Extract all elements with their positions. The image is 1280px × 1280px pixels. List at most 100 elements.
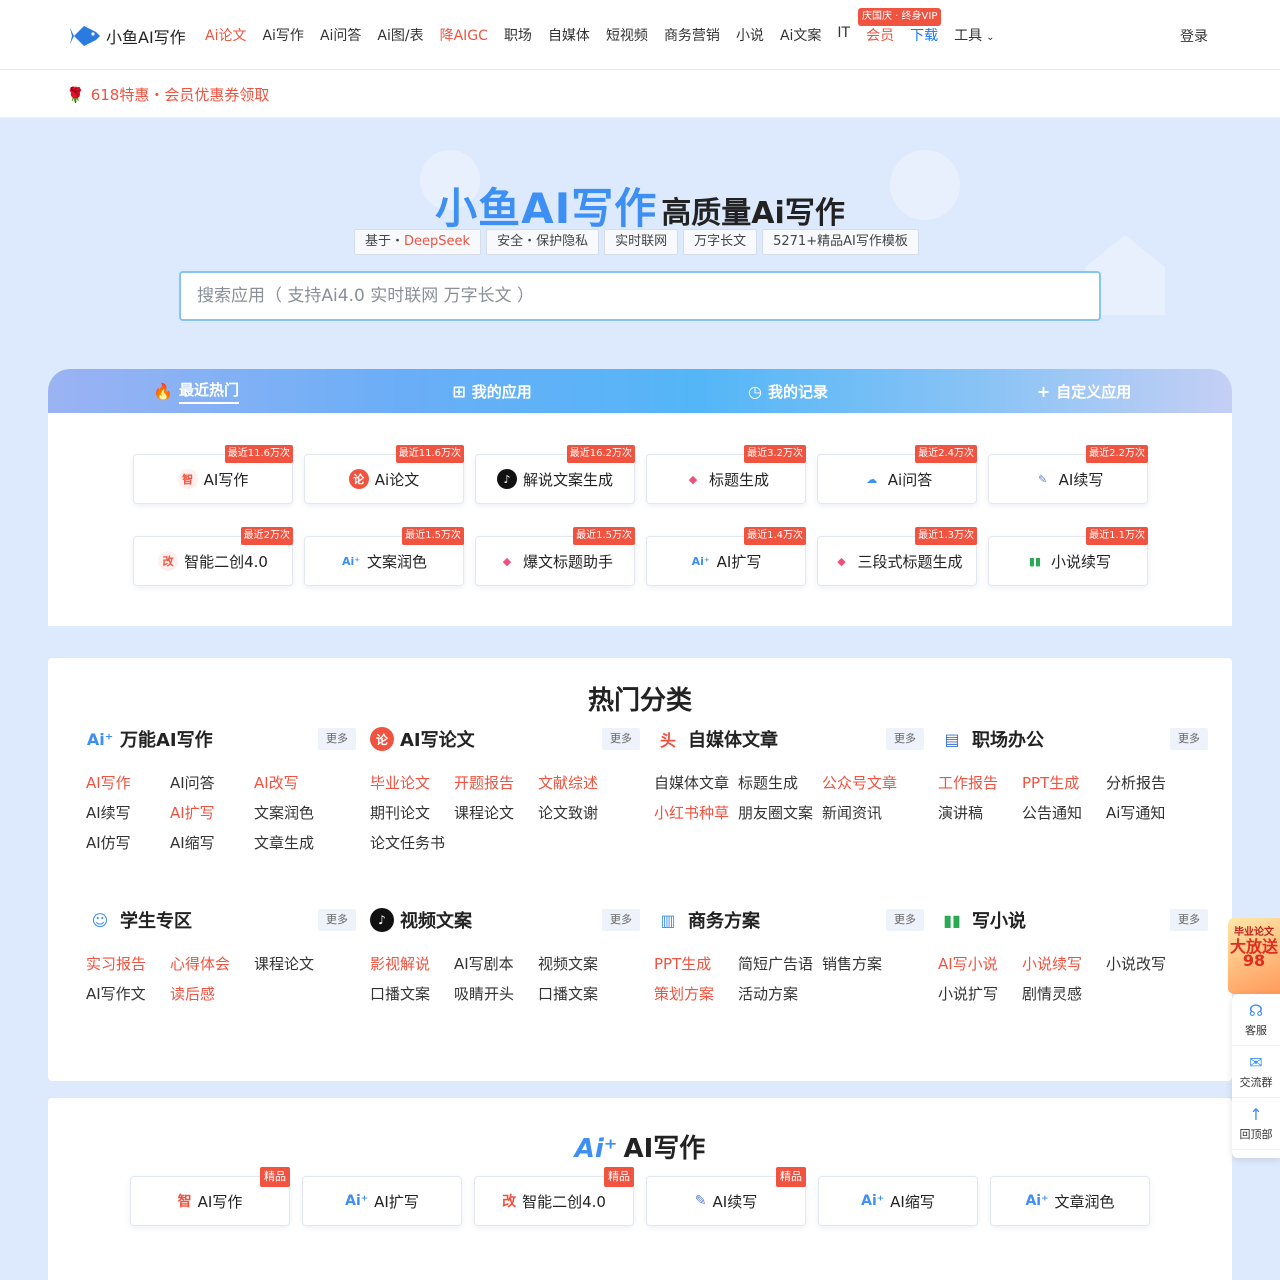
- float-item-arrow-up[interactable]: ↑ 回顶部: [1232, 1098, 1280, 1150]
- category-link[interactable]: AI改写: [254, 772, 338, 793]
- category-link[interactable]: 小红书种草: [654, 802, 738, 823]
- category-link[interactable]: 简短广告语: [738, 953, 822, 974]
- login-link[interactable]: 登录: [1180, 26, 1208, 46]
- more-button[interactable]: 更多: [602, 728, 640, 750]
- nav-item-1[interactable]: Ai写作: [262, 25, 303, 45]
- category-link[interactable]: 新闻资讯: [822, 802, 906, 823]
- tab-2[interactable]: ◷ 我的记录: [640, 369, 936, 413]
- category-link[interactable]: 文献综述: [538, 772, 622, 793]
- nav-item-0[interactable]: Ai论文: [205, 25, 246, 45]
- category-link[interactable]: 吸睛开头: [454, 983, 538, 1004]
- more-button[interactable]: 更多: [1170, 728, 1208, 750]
- more-button[interactable]: 更多: [886, 909, 924, 931]
- category-link[interactable]: 工作报告: [938, 772, 1022, 793]
- tab-1[interactable]: ⊞ 我的应用: [344, 369, 640, 413]
- nav-item-4[interactable]: 降AIGC: [440, 25, 488, 45]
- more-button[interactable]: 更多: [318, 909, 356, 931]
- hot-app-card[interactable]: ◆ 三段式标题生成 最近1.3万次: [817, 527, 977, 586]
- category-link[interactable]: 小说续写: [1022, 953, 1106, 974]
- category-link[interactable]: PPT生成: [654, 953, 738, 974]
- ai-writing-card[interactable]: Ai⁺ AI缩写: [818, 1176, 978, 1226]
- category-link[interactable]: AI写剧本: [454, 953, 538, 974]
- category-link[interactable]: 课程论文: [254, 953, 338, 974]
- category-link[interactable]: 毕业论文: [370, 772, 454, 793]
- category-link[interactable]: 公众号文章: [822, 772, 906, 793]
- nav-item-12[interactable]: 会员: [866, 25, 894, 45]
- promo-link[interactable]: 🌹 618特惠・会员优惠券领取: [66, 84, 269, 105]
- category-link[interactable]: 课程论文: [454, 802, 538, 823]
- float-item-headset[interactable]: ☊ 客服: [1232, 994, 1280, 1046]
- category-link[interactable]: 分析报告: [1106, 772, 1190, 793]
- hot-app-card[interactable]: Ai⁺ AI扩写 最近1.4万次: [646, 527, 806, 586]
- category-link[interactable]: AI写小说: [938, 953, 1022, 974]
- nav-item-2[interactable]: Ai问答: [320, 25, 361, 45]
- hot-app-card[interactable]: ◆ 标题生成 最近3.2万次: [646, 445, 806, 504]
- category-link[interactable]: 影视解说: [370, 953, 454, 974]
- more-button[interactable]: 更多: [318, 728, 356, 750]
- ai-writing-card[interactable]: 智 AI写作 精品: [130, 1167, 290, 1226]
- hot-app-card[interactable]: ▮▮ 小说续写 最近1.1万次: [988, 527, 1148, 586]
- category-link[interactable]: 实习报告: [86, 953, 170, 974]
- more-button[interactable]: 更多: [602, 909, 640, 931]
- hot-app-card[interactable]: 论 Ai论文 最近11.6万次: [304, 445, 464, 504]
- category-link[interactable]: 朋友圈文案: [738, 802, 822, 823]
- category-link[interactable]: AI写作文: [86, 983, 170, 1004]
- hot-app-card[interactable]: ♪ 解说文案生成 最近16.2万次: [475, 445, 635, 504]
- nav-item-3[interactable]: Ai图/表: [377, 25, 423, 45]
- category-link[interactable]: 论文任务书: [370, 832, 454, 853]
- category-link[interactable]: 公告通知: [1022, 802, 1106, 823]
- category-link[interactable]: 标题生成: [738, 772, 822, 793]
- graduation-promo-ad[interactable]: 毕业论文 大放送 98: [1228, 918, 1280, 994]
- ai-writing-card[interactable]: Ai⁺ 文章润色: [990, 1176, 1150, 1226]
- ai-writing-card[interactable]: ✎ AI续写 精品: [646, 1167, 806, 1226]
- nav-item-5[interactable]: 职场: [504, 25, 532, 45]
- category-link[interactable]: 心得体会: [170, 953, 254, 974]
- category-link[interactable]: 文章生成: [254, 832, 338, 853]
- category-link[interactable]: 论文致谢: [538, 802, 622, 823]
- nav-item-14[interactable]: 工具 ⌄: [954, 25, 994, 45]
- category-link[interactable]: 策划方案: [654, 983, 738, 1004]
- nav-item-8[interactable]: 商务营销: [664, 25, 720, 45]
- hot-app-card[interactable]: ◆ 爆文标题助手 最近1.5万次: [475, 527, 635, 586]
- category-link[interactable]: AI写作: [86, 772, 170, 793]
- nav-item-7[interactable]: 短视频: [606, 25, 648, 45]
- category-link[interactable]: 期刊论文: [370, 802, 454, 823]
- category-link[interactable]: AI问答: [170, 772, 254, 793]
- more-button[interactable]: 更多: [886, 728, 924, 750]
- category-link[interactable]: 销售方案: [822, 953, 906, 974]
- category-link[interactable]: Ai写通知: [1106, 802, 1190, 823]
- nav-item-11[interactable]: IT: [837, 25, 850, 45]
- site-logo[interactable]: 小鱼AI写作: [70, 20, 186, 52]
- more-button[interactable]: 更多: [1170, 909, 1208, 931]
- category-link[interactable]: 读后感: [170, 983, 254, 1004]
- search-input[interactable]: 搜索应用（ 支持Ai4.0 实时联网 万字长文 ）: [179, 271, 1101, 321]
- hot-app-card[interactable]: ✎ AI续写 最近2.2万次: [988, 445, 1148, 504]
- category-link[interactable]: 开题报告: [454, 772, 538, 793]
- ai-writing-card[interactable]: 改智能二创4.0 精品: [474, 1167, 634, 1226]
- category-link[interactable]: AI续写: [86, 802, 170, 823]
- category-link[interactable]: 口播文案: [538, 983, 622, 1004]
- category-link[interactable]: AI扩写: [170, 802, 254, 823]
- category-link[interactable]: 剧情灵感: [1022, 983, 1106, 1004]
- nav-item-10[interactable]: Ai文案: [780, 25, 821, 45]
- category-link[interactable]: 小说扩写: [938, 983, 1022, 1004]
- category-link[interactable]: 自媒体文章: [654, 772, 738, 793]
- hot-app-card[interactable]: ☁ Ai问答 最近2.4万次: [817, 445, 977, 504]
- ai-writing-card[interactable]: Ai⁺ AI扩写: [302, 1176, 462, 1226]
- tab-3[interactable]: + 自定义应用: [936, 369, 1232, 413]
- category-link[interactable]: AI缩写: [170, 832, 254, 853]
- category-link[interactable]: 文案润色: [254, 802, 338, 823]
- nav-item-6[interactable]: 自媒体: [548, 25, 590, 45]
- category-link[interactable]: 活动方案: [738, 983, 822, 1004]
- nav-item-9[interactable]: 小说: [736, 25, 764, 45]
- category-link[interactable]: PPT生成: [1022, 772, 1106, 793]
- category-link[interactable]: AI仿写: [86, 832, 170, 853]
- hot-app-card[interactable]: 改智能二创4.0 最近2万次: [133, 527, 293, 586]
- category-link[interactable]: 口播文案: [370, 983, 454, 1004]
- category-link[interactable]: 视频文案: [538, 953, 622, 974]
- hot-app-card[interactable]: Ai⁺ 文案润色 最近1.5万次: [304, 527, 464, 586]
- float-item-wechat[interactable]: ✉ 交流群: [1232, 1046, 1280, 1098]
- tab-0[interactable]: 🔥 最近热门: [48, 369, 344, 413]
- category-link[interactable]: 小说改写: [1106, 953, 1190, 974]
- category-link[interactable]: 演讲稿: [938, 802, 1022, 823]
